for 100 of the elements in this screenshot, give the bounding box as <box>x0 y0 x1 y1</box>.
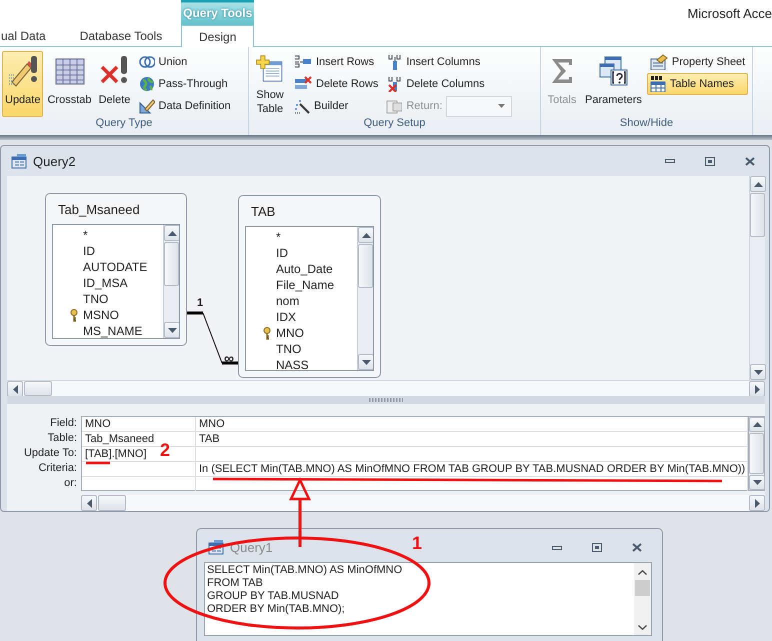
field-item[interactable]: * <box>246 229 357 245</box>
minimize-icon <box>552 546 562 550</box>
app-title: Microsoft Acce <box>687 5 772 21</box>
field-name: MS_NAME <box>83 324 142 338</box>
field-item[interactable]: ID <box>53 243 163 259</box>
field-item[interactable]: MSNO <box>53 307 163 323</box>
scroll-thumb[interactable] <box>164 242 179 286</box>
delete-rows-icon <box>294 76 312 92</box>
field-name: AUTODATE <box>83 260 148 274</box>
annotation-arrow <box>289 477 311 547</box>
close-icon <box>632 543 642 552</box>
scroll-right-button[interactable] <box>749 495 765 511</box>
scroll-thumb[interactable] <box>635 580 650 596</box>
contextual-tab-group: Query Tools <box>181 0 254 25</box>
group-label: Show/Hide <box>618 117 674 131</box>
field-item[interactable]: * <box>53 227 163 243</box>
table-box[interactable]: Tab_Msaneed * ID AUTODATE ID_MSA TNO MSNO MS_NAME <box>45 193 187 346</box>
field-name: IDX <box>276 310 296 324</box>
question-windows-icon <box>597 55 630 87</box>
close-icon <box>745 156 755 166</box>
horizontal-scrollbar[interactable] <box>81 495 765 511</box>
ribbon-button[interactable]: Insert Columns <box>383 51 516 73</box>
field-name: ID <box>276 246 288 260</box>
document-icon <box>386 98 402 114</box>
field-item[interactable]: IDX <box>246 309 357 325</box>
scroll-down-button[interactable] <box>358 354 373 370</box>
field-item[interactable]: MNO <box>246 325 357 341</box>
field-item[interactable]: nom <box>246 293 357 309</box>
horizontal-scrollbar[interactable] <box>7 380 765 396</box>
annotation-number: 1 <box>412 533 422 553</box>
ribbon-button[interactable]: Pass-Through <box>136 73 234 95</box>
scroll-up-button[interactable] <box>358 227 373 243</box>
annotation-underline <box>86 462 110 464</box>
sql-editor[interactable]: SELECT Min(TAB.MNO) AS MinOfMNO FROM TAB GROUP BY TAB.MUSNAD ORDER BY Min(TAB.MNO); <box>204 562 652 636</box>
vertical-scrollbar[interactable] <box>634 563 651 635</box>
ribbon-button[interactable]: Union <box>136 51 234 73</box>
grid-cell[interactable]: TAB <box>196 432 748 446</box>
field-item[interactable]: File_Name <box>246 277 357 293</box>
field-name: File_Name <box>276 278 334 292</box>
scroll-left-button[interactable] <box>7 381 23 397</box>
ribbon-button[interactable]: Parameters <box>582 51 645 117</box>
field-item[interactable]: ID <box>246 245 357 261</box>
scroll-up-button[interactable] <box>749 417 765 432</box>
scroll-left-button[interactable] <box>81 495 97 511</box>
field-item[interactable]: AUTODATE <box>53 259 163 275</box>
ribbon-button[interactable]: Delete Rows <box>291 73 382 95</box>
field-item[interactable]: Auto_Date <box>246 261 357 277</box>
field-item[interactable]: MS_NAME <box>53 323 163 338</box>
ribbon-button[interactable]: Delete <box>96 51 134 117</box>
field-list[interactable]: * ID AUTODATE ID_MSA TNO MSNO MS_NAME <box>52 224 180 339</box>
scroll-thumb[interactable] <box>24 381 52 396</box>
grid-cell[interactable]: In (SELECT Min(TAB.MNO) AS MinOfMNO FROM TAB GROUP BY TAB.MUSNAD ORDER BY Min(TAB.MNO)) <box>196 462 748 476</box>
table-box[interactable]: TAB * ID Auto_Date File_Name nom IDX MNO TNO NASS <box>238 195 381 378</box>
scroll-thumb[interactable] <box>749 433 764 474</box>
sql-line: SELECT Min(TAB.MNO) AS MinOfMNO <box>207 564 404 577</box>
splitter-handle <box>368 398 404 402</box>
scroll-thumb[interactable] <box>750 193 765 237</box>
ribbon-button[interactable]: Crosstab <box>44 51 95 117</box>
field-list[interactable]: * ID Auto_Date File_Name nom IDX MNO TNO NASS <box>245 226 374 371</box>
ribbon-button[interactable]: Delete Columns <box>383 73 516 95</box>
field-item[interactable]: NASS <box>246 357 357 370</box>
vertical-scrollbar[interactable] <box>749 416 765 491</box>
field-item[interactable]: TNO <box>246 341 357 357</box>
ribbon-button[interactable]: Insert Rows <box>291 51 382 73</box>
field-name: TNO <box>83 292 108 306</box>
insert-rows-icon <box>294 54 312 70</box>
property-sheet-icon <box>650 54 668 70</box>
sql-line: GROUP BY TAB.MUSNAD <box>207 590 340 603</box>
ribbon-tab[interactable]: Database Tools <box>64 25 178 46</box>
field-item[interactable]: TNO <box>53 291 163 307</box>
scroll-down-button[interactable] <box>164 322 179 338</box>
field-item[interactable]: ID_MSA <box>53 275 163 291</box>
ribbon-tab[interactable]: Design <box>181 25 254 47</box>
ribbon-button[interactable]: Property Sheet <box>646 51 748 73</box>
globe-icon <box>138 76 155 92</box>
field-name: * <box>83 228 88 242</box>
ribbon-button[interactable]: Data Definition <box>136 95 234 117</box>
ribbon-tab[interactable]: ual Data <box>0 25 61 46</box>
scroll-thumb[interactable] <box>358 244 373 288</box>
down-arrow-icon <box>754 370 762 374</box>
scroll-down-button[interactable] <box>750 364 766 380</box>
sql-line: FROM TAB <box>207 577 264 590</box>
ribbon-button[interactable]: Show Table <box>251 51 289 117</box>
scroll-right-button[interactable] <box>749 381 765 397</box>
vertical-scrollbar[interactable] <box>357 227 373 370</box>
group-label: Query Type <box>94 117 154 131</box>
scroll-up-button[interactable] <box>750 176 766 192</box>
grid-cell[interactable]: MNO <box>82 417 196 431</box>
ribbon-button[interactable]: Builder <box>291 95 382 117</box>
scroll-thumb[interactable] <box>98 495 126 511</box>
grid-row-label: Field: <box>49 416 77 431</box>
scroll-up-button[interactable] <box>164 225 179 241</box>
field-name: ID_MSA <box>83 276 128 290</box>
vertical-scrollbar[interactable] <box>163 225 179 338</box>
ribbon-button[interactable]: Update <box>2 51 44 117</box>
grid-cell[interactable]: MNO <box>196 417 748 431</box>
scroll-down-button[interactable] <box>749 475 765 490</box>
ribbon-button[interactable]: Table Names <box>646 73 748 95</box>
cardinality-label: ∞ <box>224 353 234 364</box>
vertical-scrollbar[interactable] <box>749 176 765 380</box>
